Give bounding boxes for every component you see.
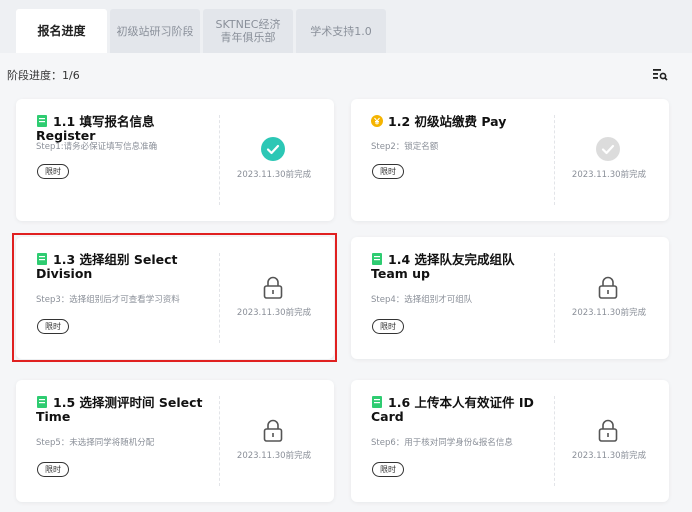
task-card-select-time[interactable]: 1.5 选择测评时间 Select Time Step5：未选择同学将随机分配 … xyxy=(16,380,334,502)
card-divider xyxy=(554,115,555,205)
document-icon xyxy=(372,253,382,265)
card-divider xyxy=(219,115,220,205)
card-divider xyxy=(219,396,220,486)
deadline: 2023.11.30前完成 xyxy=(571,170,647,180)
list-search-icon[interactable] xyxy=(652,66,668,82)
check-circle-icon xyxy=(596,137,620,161)
task-title: 1.5 选择测评时间 Select Time xyxy=(36,396,216,424)
limited-time-badge: 限时 xyxy=(372,462,404,477)
task-title-text: 1.2 初级站缴费 Pay xyxy=(388,114,507,129)
stage-progress: 阶段进度：1/6 xyxy=(7,69,80,82)
task-card-team-up[interactable]: 1.4 选择队友完成组队 Team up Step4：选择组别才可组队 限时 2… xyxy=(351,237,669,359)
task-card-id-card[interactable]: 1.6 上传本人有效证件 ID Card Step6：用于核对同学身份&报名信息… xyxy=(351,380,669,502)
limited-time-badge: 限时 xyxy=(37,462,69,477)
document-icon xyxy=(372,396,382,408)
tab-bar: 报名进度 初级站研习阶段 SKTNEC经济 青年俱乐部 学术支持1.0 xyxy=(0,0,692,53)
task-card-pay[interactable]: 1.2 初级站缴费 Pay Step2：锁定名额 限时 2023.11.30前完… xyxy=(351,99,669,221)
task-step: Step1:请务必保证填写信息准确 xyxy=(36,142,158,152)
check-circle-icon xyxy=(261,137,285,161)
lock-icon xyxy=(598,276,618,299)
lock-icon xyxy=(598,419,618,442)
task-card-register[interactable]: 1.1 填写报名信息 Register Step1:请务必保证填写信息准确 限时… xyxy=(16,99,334,221)
task-title-text: 1.5 选择测评时间 Select Time xyxy=(36,395,203,424)
deadline: 2023.11.30前完成 xyxy=(571,451,647,461)
document-icon xyxy=(37,396,47,408)
task-step: Step2：锁定名额 xyxy=(371,142,439,152)
task-title: 1.1 填写报名信息 Register xyxy=(36,115,216,143)
lock-icon xyxy=(263,419,283,442)
task-step: Step5：未选择同学将随机分配 xyxy=(36,438,155,448)
card-divider xyxy=(554,253,555,343)
tab-label: 初级站研习阶段 xyxy=(116,24,194,38)
highlight-frame xyxy=(12,233,337,362)
tab-label: 报名进度 xyxy=(37,23,86,38)
task-title: 1.6 上传本人有效证件 ID Card xyxy=(371,396,551,424)
limited-time-badge: 限时 xyxy=(372,319,404,334)
document-icon xyxy=(37,115,47,127)
tab-academic-support[interactable]: 学术支持1.0 xyxy=(296,9,386,53)
tab-label: SKTNEC经济 青年俱乐部 xyxy=(215,18,281,44)
tab-youth-club[interactable]: SKTNEC经济 青年俱乐部 xyxy=(203,9,293,53)
tab-junior-study[interactable]: 初级站研习阶段 xyxy=(110,9,200,53)
deadline: 2023.11.30前完成 xyxy=(571,308,647,318)
yen-coin-icon xyxy=(371,115,383,127)
tab-label: 学术支持1.0 xyxy=(310,24,372,38)
limited-time-badge: 限时 xyxy=(37,164,69,179)
tab-registration-progress[interactable]: 报名进度 xyxy=(16,9,107,53)
limited-time-badge: 限时 xyxy=(372,164,404,179)
task-step: Step4：选择组别才可组队 xyxy=(371,295,473,305)
task-title: 1.4 选择队友完成组队 Team up xyxy=(371,253,551,281)
deadline: 2023.11.30前完成 xyxy=(236,451,312,461)
task-title-text: 1.4 选择队友完成组队 Team up xyxy=(371,252,515,281)
card-divider xyxy=(554,396,555,486)
task-title-text: 1.6 上传本人有效证件 ID Card xyxy=(371,395,534,424)
deadline: 2023.11.30前完成 xyxy=(236,170,312,180)
task-title: 1.2 初级站缴费 Pay xyxy=(371,115,551,129)
task-title-text: 1.1 填写报名信息 Register xyxy=(36,114,155,143)
task-step: Step6：用于核对同学身份&报名信息 xyxy=(371,438,513,448)
